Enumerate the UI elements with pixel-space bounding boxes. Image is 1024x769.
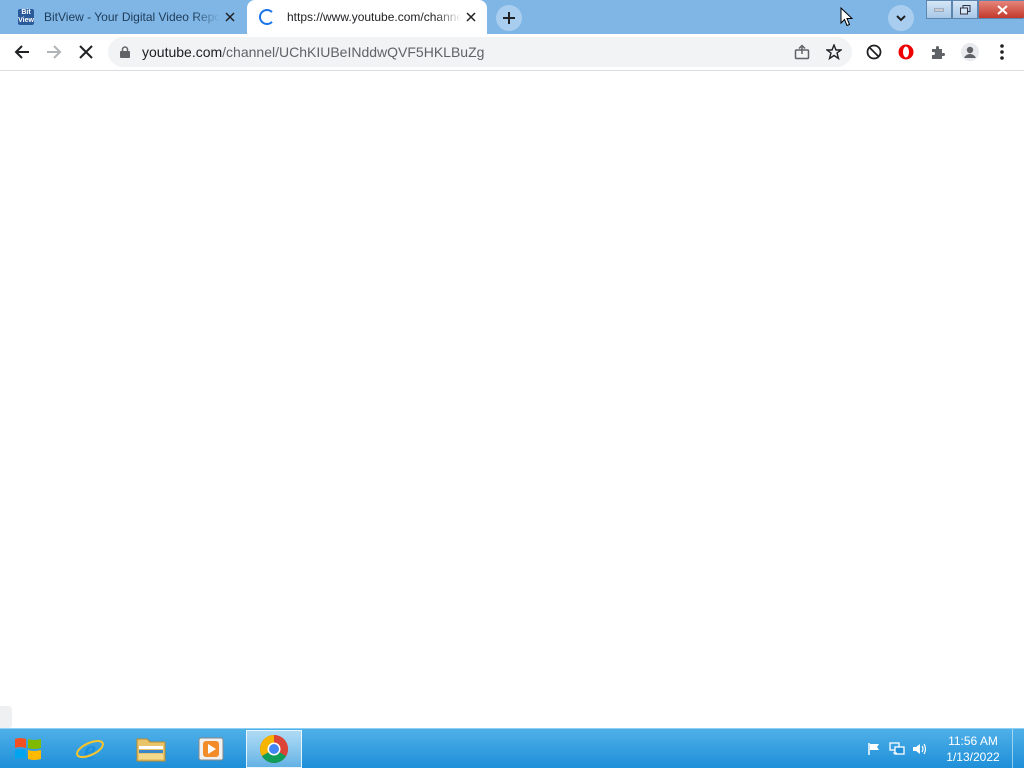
url-path: /channel/UChKIUBeINddwQVF5HKLBuZg [222,44,485,60]
tab-strip: Bit View BitView - Your Digital Video Rep… [0,0,1024,34]
bitview-favicon-icon: Bit View [18,9,34,25]
profile-button[interactable] [956,38,984,66]
system-tray [864,729,933,769]
taskbar-media-player[interactable] [183,730,239,768]
puzzle-icon [932,46,945,59]
show-desktop-button[interactable] [1012,729,1024,769]
page-viewport [0,71,1024,727]
close-icon [79,45,93,59]
arrow-right-icon [47,45,62,59]
taskbar-chrome[interactable] [246,730,302,768]
extensions-button[interactable] [924,38,952,66]
bookmark-button[interactable] [820,38,848,66]
taskbar-clock[interactable]: 11:56 AM 1/13/2022 [932,733,1014,765]
opera-extension-button[interactable] [892,38,920,66]
chevron-down-icon [896,14,906,21]
windows-logo-icon [15,738,41,760]
media-player-icon [198,737,224,761]
star-icon [826,44,842,60]
lock-icon [120,46,130,58]
share-button[interactable] [788,38,816,66]
back-button[interactable] [8,38,36,66]
more-vert-icon [1000,44,1004,60]
plus-icon [503,12,515,24]
blocker-extension-button[interactable] [860,38,888,66]
url-host: youtube.com [142,44,223,60]
restore-button[interactable] [952,0,978,19]
taskbar-internet-explorer[interactable]: e [62,730,118,768]
share-icon [794,44,810,60]
scrollbar-fragment [0,706,12,728]
opera-icon [898,44,914,60]
windows-taskbar: e 11:56 AM 1/13/2022 [0,728,1024,769]
taskbar-file-explorer[interactable] [123,730,179,768]
mouse-cursor-icon [840,7,854,27]
clock-date: 1/13/2022 [946,750,1000,764]
new-tab-button[interactable] [496,5,522,31]
arrow-left-icon [14,45,29,59]
clock-time: 11:56 AM [948,734,998,748]
volume-icon[interactable] [910,739,930,759]
tab-bitview[interactable]: Bit View BitView - Your Digital Video Rep… [8,0,246,34]
tab-title: BitView - Your Digital Video Repository [44,10,220,24]
minimize-button[interactable] [926,0,952,19]
block-icon [866,44,882,60]
folder-icon [136,738,166,762]
menu-button[interactable] [988,38,1016,66]
url-text: youtube.com/channel/UChKIUBeINddwQVF5HKL… [142,44,484,60]
chrome-icon [260,735,288,763]
close-window-button[interactable] [978,0,1024,19]
avatar-icon [961,43,979,61]
svg-text:e: e [84,735,96,764]
stop-loading-button[interactable] [72,38,100,66]
forward-button[interactable] [40,38,68,66]
action-center-flag-icon[interactable] [864,739,884,759]
start-button[interactable] [4,731,52,767]
close-tab-icon[interactable] [220,7,240,27]
close-tab-icon[interactable] [461,7,481,27]
internet-explorer-icon: e [76,735,104,764]
tab-youtube-channel[interactable]: https://www.youtube.com/channel/UChKIUBe… [247,0,487,34]
network-icon[interactable] [887,739,907,759]
tab-search-button[interactable] [888,5,914,31]
loading-spinner-icon [259,9,275,25]
browser-toolbar: youtube.com/channel/UChKIUBeINddwQVF5HKL… [0,34,1024,71]
tab-title: https://www.youtube.com/channel/UChKIUBe… [287,10,461,24]
address-bar[interactable]: youtube.com/channel/UChKIUBeINddwQVF5HKL… [108,37,852,67]
window-controls [926,0,1024,20]
